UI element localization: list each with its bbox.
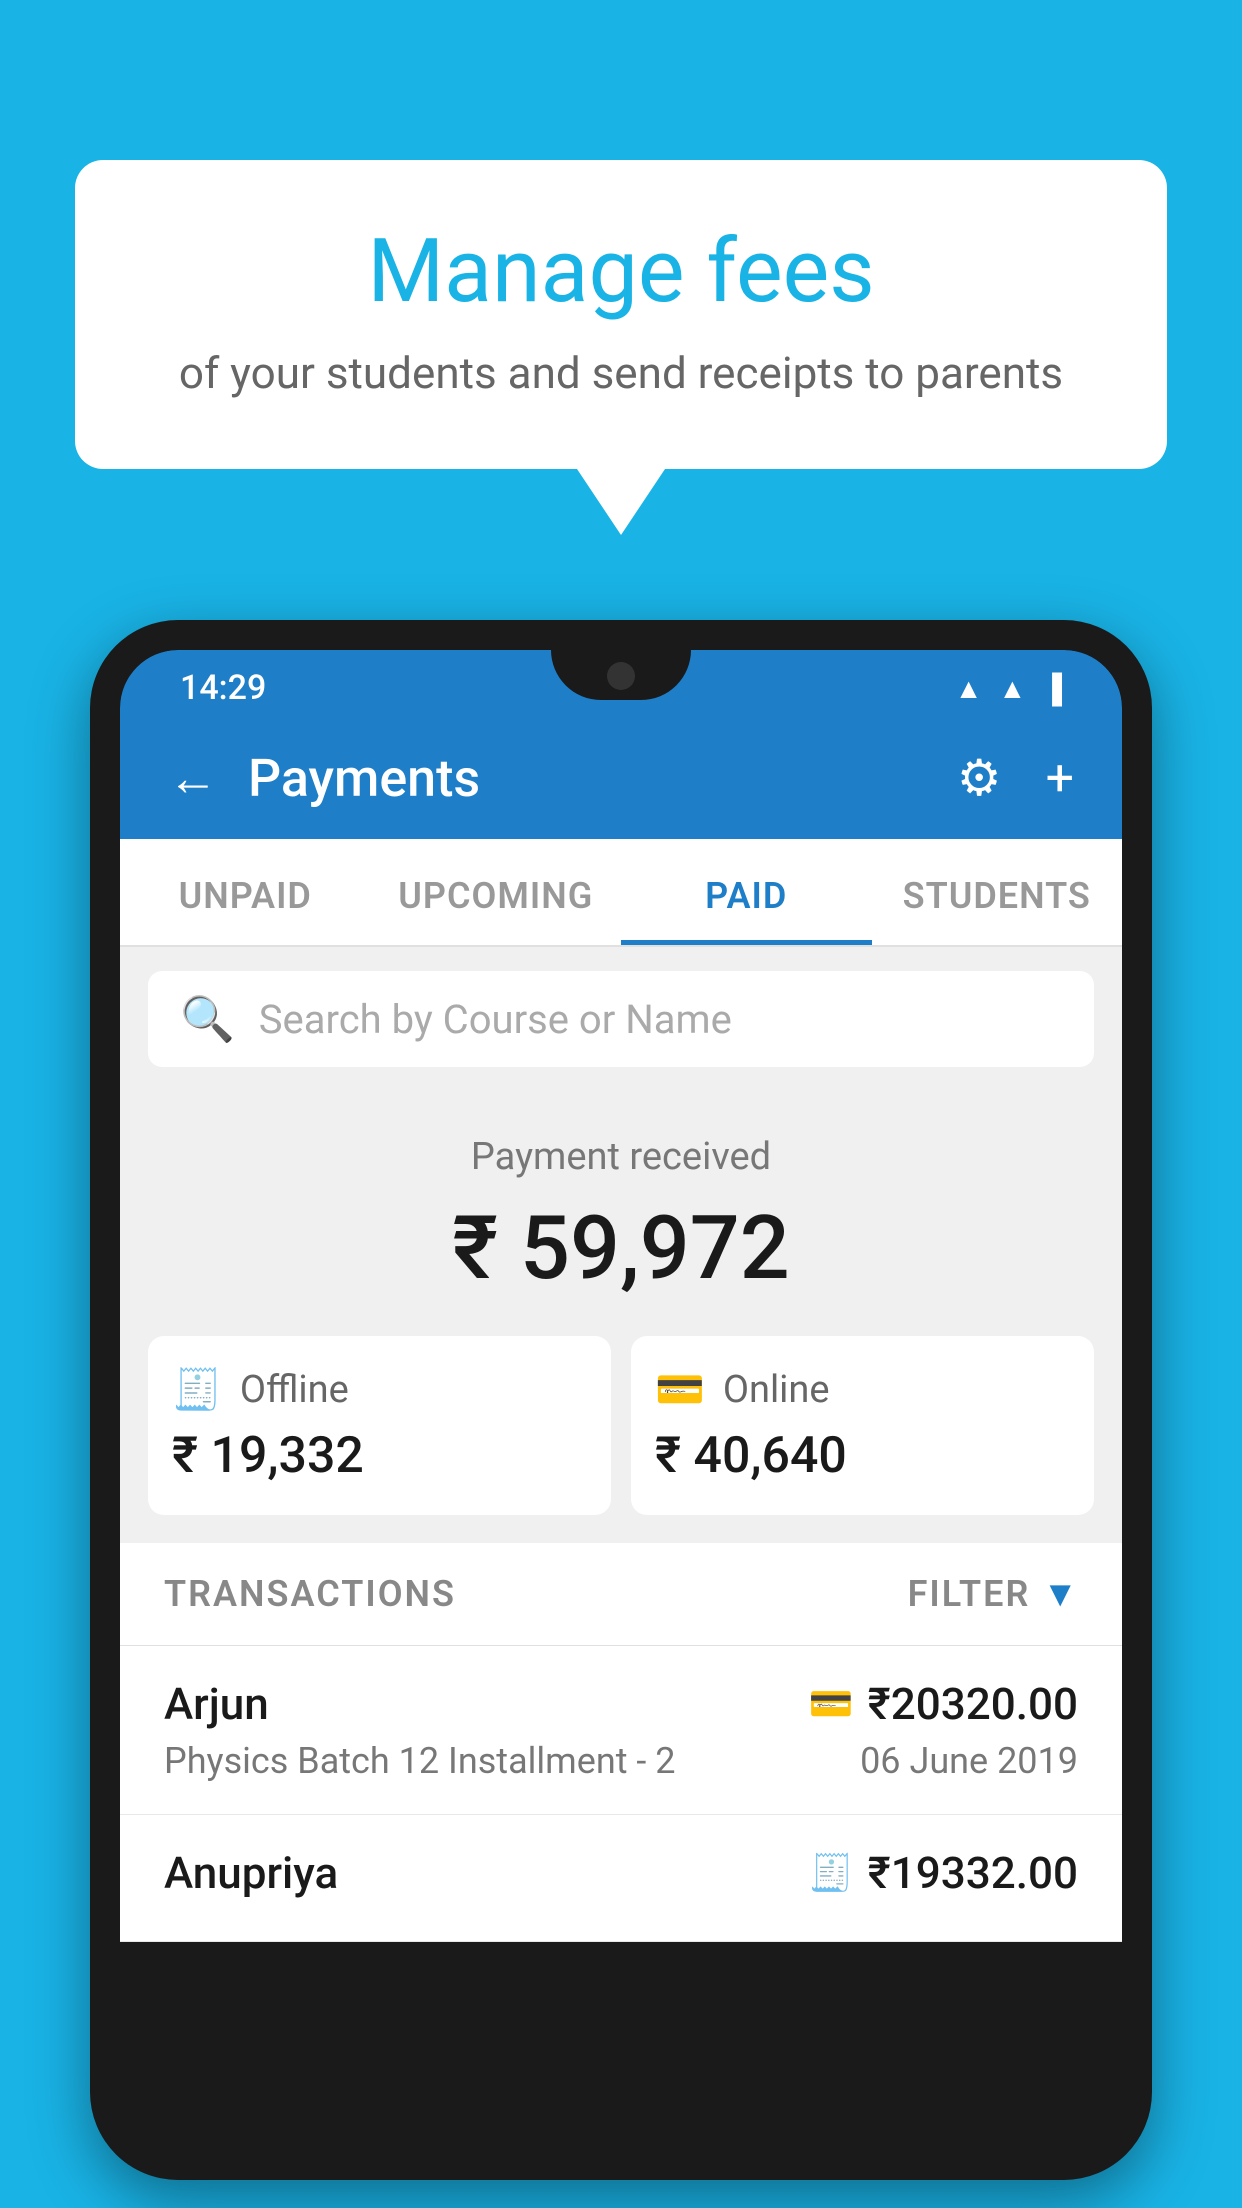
offline-label: Offline bbox=[240, 1368, 349, 1412]
transaction-name: Anupriya bbox=[164, 1847, 338, 1899]
online-payment-card: 💳 Online ₹ 40,640 bbox=[631, 1336, 1094, 1515]
page-title: Payments bbox=[248, 748, 480, 809]
payment-type-icon: 💳 bbox=[809, 1683, 854, 1725]
search-bar-wrapper: 🔍 Search by Course or Name bbox=[120, 947, 1122, 1091]
tab-paid[interactable]: PAID bbox=[621, 839, 872, 945]
transactions-label: TRANSACTIONS bbox=[164, 1573, 456, 1615]
payment-type-icon: 🧾 bbox=[809, 1852, 854, 1894]
transaction-sub-row: Physics Batch 12 Installment - 2 06 June… bbox=[164, 1740, 1078, 1782]
phone-notch bbox=[551, 650, 691, 700]
tab-unpaid[interactable]: UNPAID bbox=[120, 839, 371, 945]
tabs-bar: UNPAID UPCOMING PAID STUDENTS bbox=[120, 839, 1122, 947]
payment-received-label: Payment received bbox=[148, 1135, 1094, 1179]
speech-bubble-wrapper: Manage fees of your students and send re… bbox=[75, 160, 1167, 535]
payment-total-amount: ₹ 59,972 bbox=[148, 1197, 1094, 1300]
status-bar: 14:29 ▲ ▲ ▐ bbox=[120, 650, 1122, 718]
phone-camera bbox=[607, 662, 635, 690]
filter-label: FILTER bbox=[908, 1573, 1031, 1615]
transaction-main-row: Arjun 💳 ₹20320.00 bbox=[164, 1678, 1078, 1730]
online-card-header: 💳 Online bbox=[655, 1366, 1070, 1413]
settings-icon[interactable]: ⚙ bbox=[957, 749, 1002, 808]
speech-bubble-subtitle: of your students and send receipts to pa… bbox=[155, 347, 1087, 399]
payment-summary: Payment received ₹ 59,972 🧾 Offline ₹ 19… bbox=[120, 1091, 1122, 1543]
transaction-date: 06 June 2019 bbox=[860, 1740, 1078, 1782]
battery-icon: ▐ bbox=[1042, 672, 1062, 705]
transaction-amount: ₹19332.00 bbox=[868, 1847, 1078, 1899]
table-row[interactable]: Arjun 💳 ₹20320.00 Physics Batch 12 Insta… bbox=[120, 1646, 1122, 1815]
speech-bubble-title: Manage fees bbox=[155, 220, 1087, 323]
offline-payment-card: 🧾 Offline ₹ 19,332 bbox=[148, 1336, 611, 1515]
transaction-right: 🧾 ₹19332.00 bbox=[809, 1847, 1078, 1899]
phone-wrapper: 14:29 ▲ ▲ ▐ ← Payments ⚙ + bbox=[90, 620, 1152, 2208]
status-bar-time: 14:29 bbox=[180, 668, 266, 708]
filter-icon: ▼ bbox=[1042, 1573, 1078, 1615]
search-icon: 🔍 bbox=[180, 993, 235, 1045]
page-background: Manage fees of your students and send re… bbox=[0, 0, 1242, 2208]
offline-amount: ₹ 19,332 bbox=[172, 1427, 587, 1485]
phone-screen: 14:29 ▲ ▲ ▐ ← Payments ⚙ + bbox=[120, 650, 1122, 2150]
transaction-course: Physics Batch 12 Installment - 2 bbox=[164, 1740, 676, 1782]
filter-button[interactable]: FILTER ▼ bbox=[908, 1573, 1078, 1615]
speech-bubble: Manage fees of your students and send re… bbox=[75, 160, 1167, 469]
signal-icon: ▲ bbox=[998, 672, 1026, 705]
search-input[interactable]: Search by Course or Name bbox=[259, 996, 732, 1043]
tab-students[interactable]: STUDENTS bbox=[872, 839, 1123, 945]
back-button[interactable]: ← bbox=[168, 749, 218, 808]
header-right: ⚙ + bbox=[957, 749, 1074, 808]
payment-cards: 🧾 Offline ₹ 19,332 💳 Online ₹ 40,640 bbox=[148, 1336, 1094, 1515]
offline-card-header: 🧾 Offline bbox=[172, 1366, 587, 1413]
app-header: ← Payments ⚙ + bbox=[120, 718, 1122, 839]
wifi-icon: ▲ bbox=[955, 672, 983, 705]
tab-upcoming[interactable]: UPCOMING bbox=[371, 839, 622, 945]
online-icon: 💳 bbox=[655, 1366, 705, 1413]
transaction-amount: ₹20320.00 bbox=[868, 1678, 1078, 1730]
speech-bubble-tail bbox=[577, 469, 665, 535]
online-label: Online bbox=[723, 1368, 830, 1412]
online-amount: ₹ 40,640 bbox=[655, 1427, 1070, 1485]
transaction-right: 💳 ₹20320.00 bbox=[809, 1678, 1078, 1730]
status-bar-icons: ▲ ▲ ▐ bbox=[955, 672, 1062, 705]
add-icon[interactable]: + bbox=[1046, 750, 1074, 808]
offline-icon: 🧾 bbox=[172, 1366, 222, 1413]
transaction-main-row: Anupriya 🧾 ₹19332.00 bbox=[164, 1847, 1078, 1899]
transactions-header: TRANSACTIONS FILTER ▼ bbox=[120, 1543, 1122, 1646]
search-bar[interactable]: 🔍 Search by Course or Name bbox=[148, 971, 1094, 1067]
table-row[interactable]: Anupriya 🧾 ₹19332.00 bbox=[120, 1815, 1122, 1942]
transaction-name: Arjun bbox=[164, 1678, 269, 1730]
phone-device: 14:29 ▲ ▲ ▐ ← Payments ⚙ + bbox=[90, 620, 1152, 2180]
header-left: ← Payments bbox=[168, 748, 480, 809]
